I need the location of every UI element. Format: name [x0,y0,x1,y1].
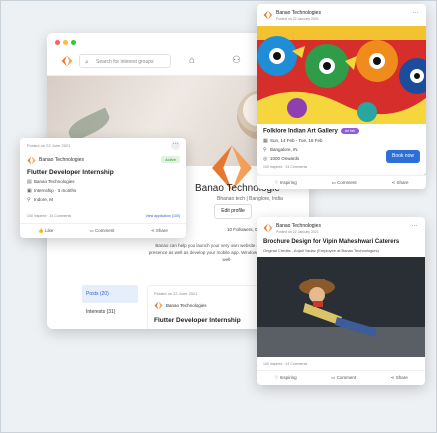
internship-org: Banao Technologies [34,179,75,184]
search-placeholder: Search for interest groups [96,59,154,65]
book-now-button[interactable]: Book now [386,150,420,163]
more-options-icon[interactable]: ··· [410,223,419,232]
company-subtitle: Bhanao tech | Banglore, India [217,196,283,202]
event-actions-bar: ♡ Inspiring ▭ Comment ⋖ Share [257,175,426,189]
brochure-card[interactable]: Banao Technologies Posted on 22 January … [257,217,425,385]
event-location: Bangalore, IN [270,147,298,152]
share-button[interactable]: ⋖ Share [391,375,408,381]
internship-location: Indore, M [34,197,54,202]
event-location-row: ⚲ Bangalore, IN [263,147,298,153]
brochure-company: Banao Technologies [276,223,321,229]
event-price: 1000 Onwards [270,156,300,161]
nav-item-interests[interactable]: Interests (31) [82,303,138,321]
internship-meta: 100 Inspired · 24 Comments [27,214,72,218]
location-pin-icon: ⚲ [263,147,267,153]
thumbs-up-icon: 👍 [38,228,45,233]
maximize-dot[interactable] [71,40,76,45]
internship-org-row: ▤ Banao Technologies [27,179,74,185]
inspiring-button[interactable]: ♡ Inspiring [274,375,296,381]
event-price-row: ◎ 1000 Onwards [263,156,299,162]
share-label: Share [395,375,408,380]
search-input[interactable]: ⌕ Search for interest groups [79,54,171,68]
more-options-icon[interactable]: ··· [411,10,420,19]
share-button[interactable]: ⋖ Share [151,228,168,234]
internship-location-row: ⚲ Indore, M [27,197,53,203]
share-label: Share [155,228,168,233]
feed-company-logo-icon [154,301,163,310]
inspiring-label: Inspiring [279,375,297,380]
brochure-date: Posted on 22 January 2021 [276,230,319,234]
brand-logo-icon[interactable] [61,55,73,67]
artwork-birds-illustration [257,26,426,124]
feed-post-company: Banao Technologies [166,303,207,308]
people-icon[interactable]: ⚇ [232,55,241,66]
home-icon[interactable]: ⌂ [189,55,195,66]
internship-title[interactable]: Flutter Developer Internship [27,169,114,176]
comment-label: Comment [336,375,357,380]
event-company-logo-icon [263,10,273,20]
internship-company-logo-icon [27,156,36,165]
event-meta: 100 Inspired · 24 Comments [263,165,308,169]
inspiring-label: Inspiring [279,180,297,185]
briefcase-icon: ▣ [27,188,32,194]
internship-card[interactable]: Posted on 22 June 2021 ··· Banao Technol… [20,138,186,238]
comment-button[interactable]: ▭ Comment [331,375,356,381]
internship-company: Banao Technologies [39,157,84,163]
event-dates: Sun, 14 Feb - Tue, 16 Feb [270,138,323,143]
internship-type-row: ▣ Internship · 3 months [27,188,76,194]
comment-label: Comment [337,180,357,185]
event-date: Posted on 22 January 2021 [276,17,319,21]
comment-button[interactable]: ▭ Comment [332,180,357,186]
feed-post-date: Posted on 22 June 2021 [154,291,198,296]
more-options-icon[interactable]: ··· [171,141,180,150]
toy-figure-photo [257,257,425,357]
brochure-photo-image [257,257,425,357]
brochure-actions: ♡ Inspiring ▭ Comment ⋖ Share [257,370,425,385]
brochure-subtitle: Original Credits - Anjali Yadav (Employe… [263,248,379,253]
inspiring-button[interactable]: ♡ Inspiring [274,180,296,186]
event-dates-row: ▦ Sun, 14 Feb - Tue, 16 Feb [263,138,323,144]
brochure-title[interactable]: Brochure Design for Vipin Maheshwari Cat… [263,239,399,245]
search-icon: ⌕ [85,59,89,66]
view-applications-link[interactable]: View application (100) [146,214,180,218]
event-artwork-image [257,26,426,124]
brochure-company-logo-icon [263,223,273,233]
edit-profile-button[interactable]: Edit profile [214,204,252,219]
event-title[interactable]: Folklore Indian Art Gallery Art fair [263,128,360,135]
minimize-dot[interactable] [63,40,68,45]
profile-left-nav: Posts (20) Interests (31) [82,285,138,321]
location-pin-icon: ⚲ [27,197,31,203]
like-button[interactable]: 👍 Like [38,228,53,234]
event-title-text: Folklore Indian Art Gallery [263,128,338,135]
building-icon: ▤ [27,179,32,185]
status-badge: Active [161,156,180,163]
share-label: Share [396,180,409,185]
nav-item-posts[interactable]: Posts (20) [82,285,138,303]
internship-type: Internship · 3 months [34,188,77,193]
internship-actions: 👍 Like ▭ Comment ⋖ Share [20,223,186,238]
event-type-pill: Art fair [340,128,360,134]
close-dot[interactable] [55,40,60,45]
comment-button[interactable]: ▭ Comment [90,228,115,234]
comment-label: Comment [95,228,115,233]
window-controls [55,40,76,45]
internship-date: Posted on 22 June 2021 [27,143,71,148]
event-actions-row: ♡ Inspiring ▭ Comment ⋖ Share [257,175,426,189]
like-label: Like [44,228,54,233]
share-button[interactable]: ⋖ Share [391,180,408,186]
event-card[interactable]: Banao Technologies Posted on 22 January … [257,4,426,175]
brochure-meta: 100 Inspired · 24 Comments [263,362,308,366]
currency-icon: ◎ [263,156,268,162]
event-company: Banao Technologies [276,10,321,16]
calendar-icon: ▦ [263,138,268,144]
feed-post-title: Flutter Developer Internship [154,317,241,324]
